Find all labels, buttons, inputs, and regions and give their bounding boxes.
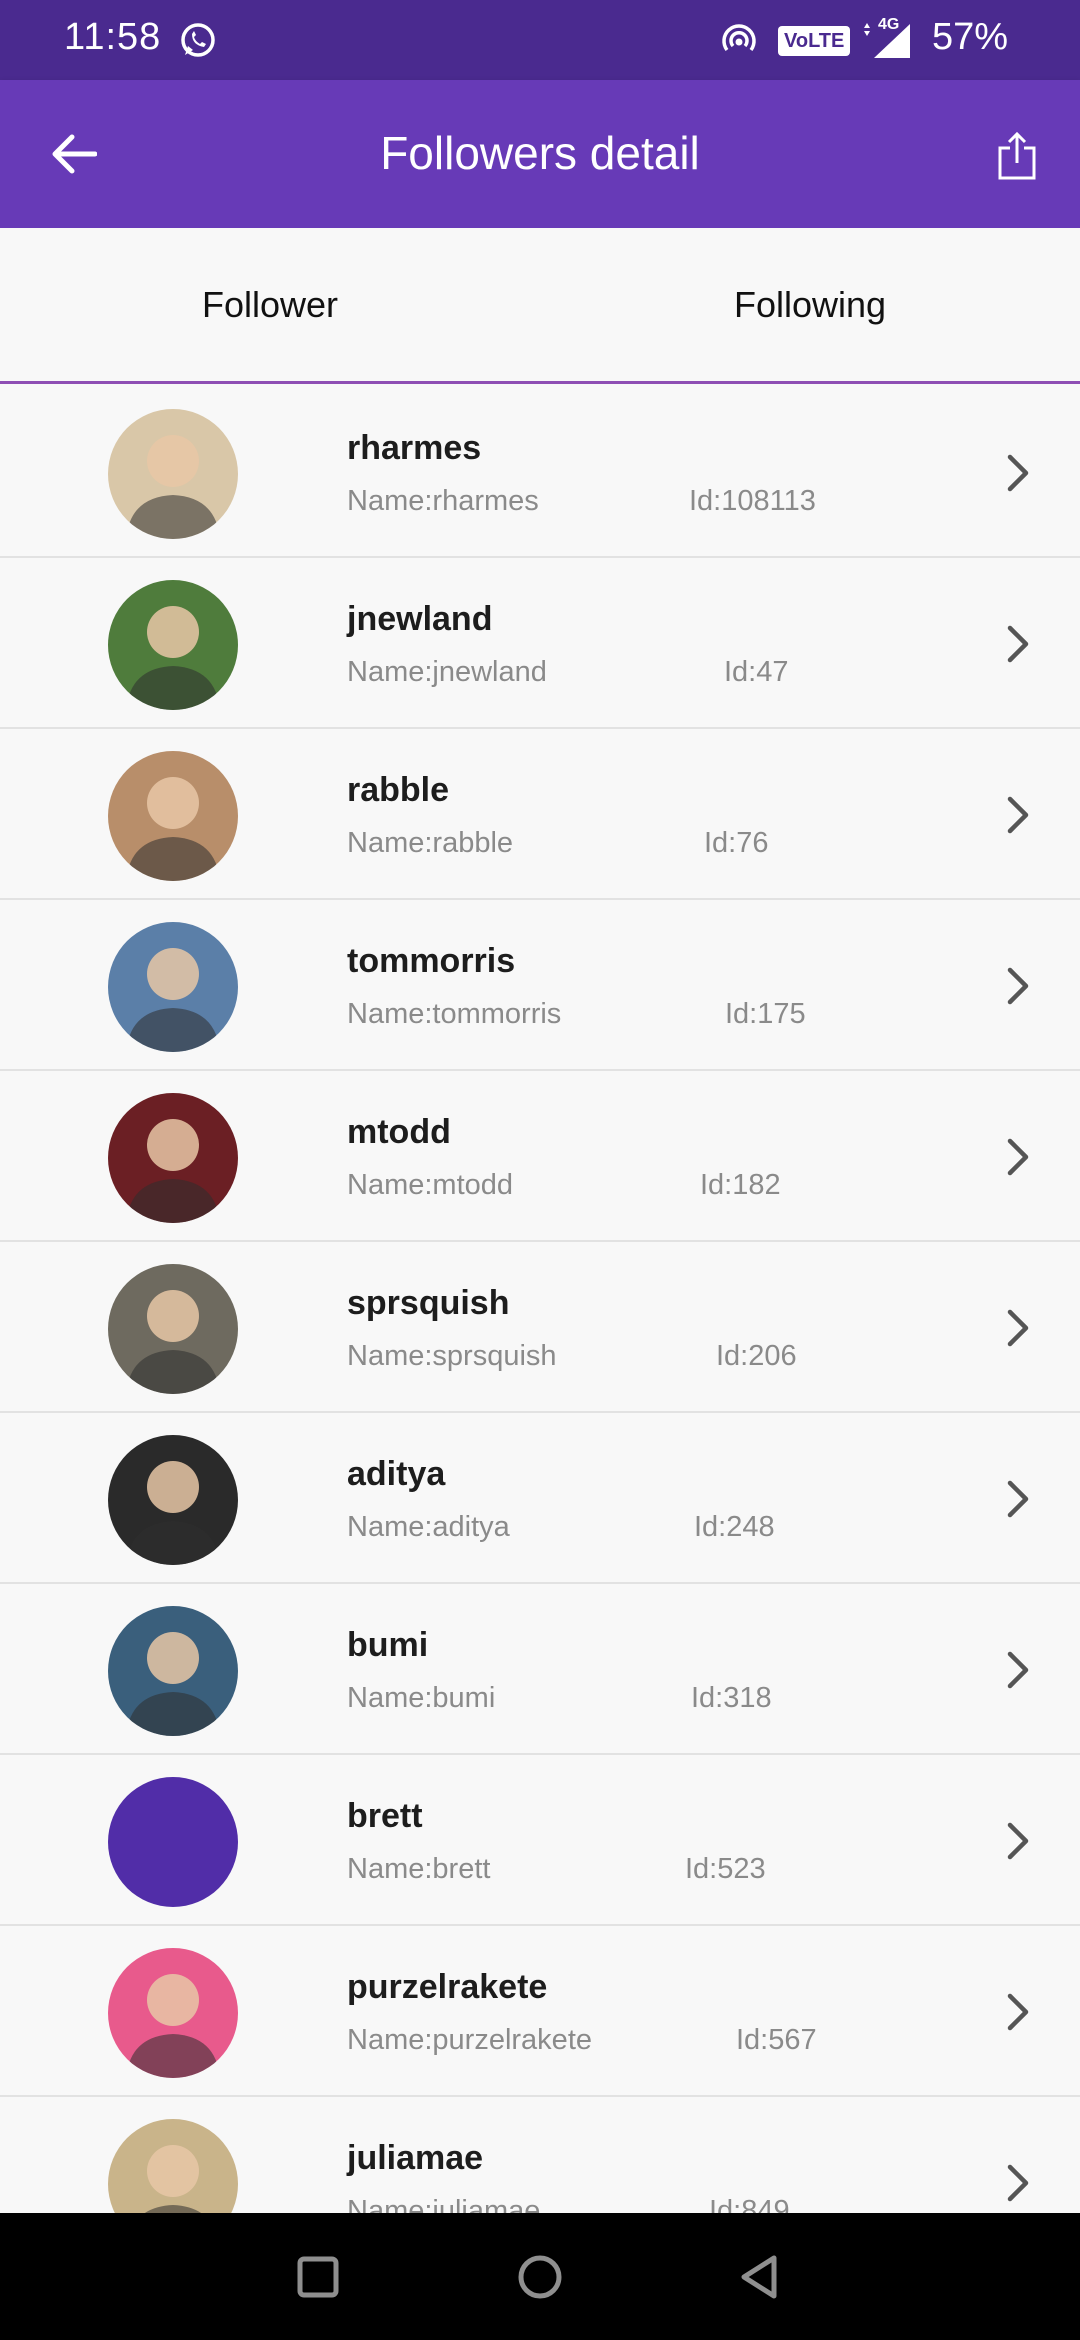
follower-username: sprsquish [347,1284,510,1322]
chevron-right-icon [1007,454,1029,492]
avatar [108,1777,238,1907]
chevron-right-icon [1007,1651,1029,1689]
follower-row[interactable]: bumi Name:bumi Id:318 [0,1584,1080,1755]
avatar [108,1606,238,1736]
follower-name: Name:tommorris [347,998,562,1030]
avatar [108,2119,238,2213]
whatsapp-icon [181,23,215,57]
follower-id: Id:849 [709,2195,790,2213]
follower-name: Name:rabble [347,827,514,859]
follower-row[interactable]: jnewland Name:jnewland Id:47 [0,558,1080,729]
follower-row[interactable]: juliamae Name:juliamae Id:849 [0,2097,1080,2213]
recents-square-icon[interactable] [286,2245,350,2309]
follower-id: Id:76 [704,827,769,859]
avatar [108,751,238,881]
tab-following[interactable]: Following [540,228,1080,381]
follower-id: Id:47 [724,656,789,688]
follower-name: Name:purzelrakete [347,2024,592,2056]
follower-id: Id:108113 [689,485,816,517]
follower-row[interactable]: rabble Name:rabble Id:76 [0,729,1080,900]
follower-username: aditya [347,1455,446,1493]
follower-id: Id:523 [685,1853,766,1885]
follower-name: Name:sprsquish [347,1340,557,1372]
follower-username: mtodd [347,1113,451,1151]
avatar [108,1264,238,1394]
avatar [108,580,238,710]
follower-row[interactable]: purzelrakete Name:purzelrakete Id:567 [0,1926,1080,2097]
follower-username: brett [347,1797,423,1835]
follower-row[interactable]: aditya Name:aditya Id:248 [0,1413,1080,1584]
back-triangle-icon[interactable] [730,2245,794,2309]
follower-id: Id:567 [736,2024,817,2056]
avatar [108,1948,238,2078]
status-bar: 11:58 VoLTE 4G 57% [0,0,1080,80]
follower-id: Id:175 [725,998,806,1030]
follower-id: Id:318 [691,1682,772,1714]
follower-row[interactable]: rharmes Name:rharmes Id:108113 [0,387,1080,558]
avatar [108,1435,238,1565]
follower-username: purzelrakete [347,1968,548,2006]
share-button[interactable] [988,124,1046,188]
follower-id: Id:206 [716,1340,797,1372]
chevron-right-icon [1007,1822,1029,1860]
page-title: Followers detail [380,127,700,179]
avatar [108,409,238,539]
follower-id: Id:248 [694,1511,775,1543]
follower-row[interactable]: sprsquish Name:sprsquish Id:206 [0,1242,1080,1413]
follower-id: Id:182 [700,1169,781,1201]
battery-percentage: 57% [932,16,1009,58]
follower-row[interactable]: brett Name:brett Id:523 [0,1755,1080,1926]
app-bar: Followers detail [0,80,1080,228]
home-circle-icon[interactable] [508,2245,572,2309]
chevron-right-icon [1007,625,1029,663]
volte-badge: VoLTE [778,26,851,56]
hotspot-icon [722,24,756,52]
chevron-right-icon [1007,796,1029,834]
follower-name: Name:mtodd [347,1169,514,1201]
follower-name: Name:aditya [347,1511,510,1543]
follower-name: Name:brett [347,1853,491,1885]
follower-username: rabble [347,771,450,809]
network-type-label: 4G [878,16,900,33]
follower-username: rharmes [347,429,482,467]
follower-name: Name:juliamae [347,2195,541,2213]
follower-row[interactable]: mtodd Name:mtodd Id:182 [0,1071,1080,1242]
navigation-bar [0,2213,1080,2340]
follower-list[interactable]: rharmes Name:rharmes Id:108113 jnewland Name… [0,387,1080,2213]
avatar [108,1093,238,1223]
follower-username: juliamae [347,2139,484,2177]
tab-bar: Follower Following [0,228,1080,384]
chevron-right-icon [1007,1138,1029,1176]
chevron-right-icon [1007,967,1029,1005]
tab-follower[interactable]: Follower [0,228,540,381]
follower-username: jnewland [347,600,493,638]
chevron-right-icon [1007,1309,1029,1347]
share-icon [998,131,1036,180]
chevron-right-icon [1007,1993,1029,2031]
follower-name: Name:bumi [347,1682,496,1714]
chevron-right-icon [1007,1480,1029,1518]
follower-username: bumi [347,1626,429,1664]
avatar [108,922,238,1052]
status-time: 11:58 [64,16,162,58]
follower-name: Name:rharmes [347,485,539,517]
chevron-right-icon [1007,2164,1029,2202]
follower-username: tommorris [347,942,516,980]
follower-row[interactable]: tommorris Name:tommorris Id:175 [0,900,1080,1071]
follower-name: Name:jnewland [347,656,547,688]
